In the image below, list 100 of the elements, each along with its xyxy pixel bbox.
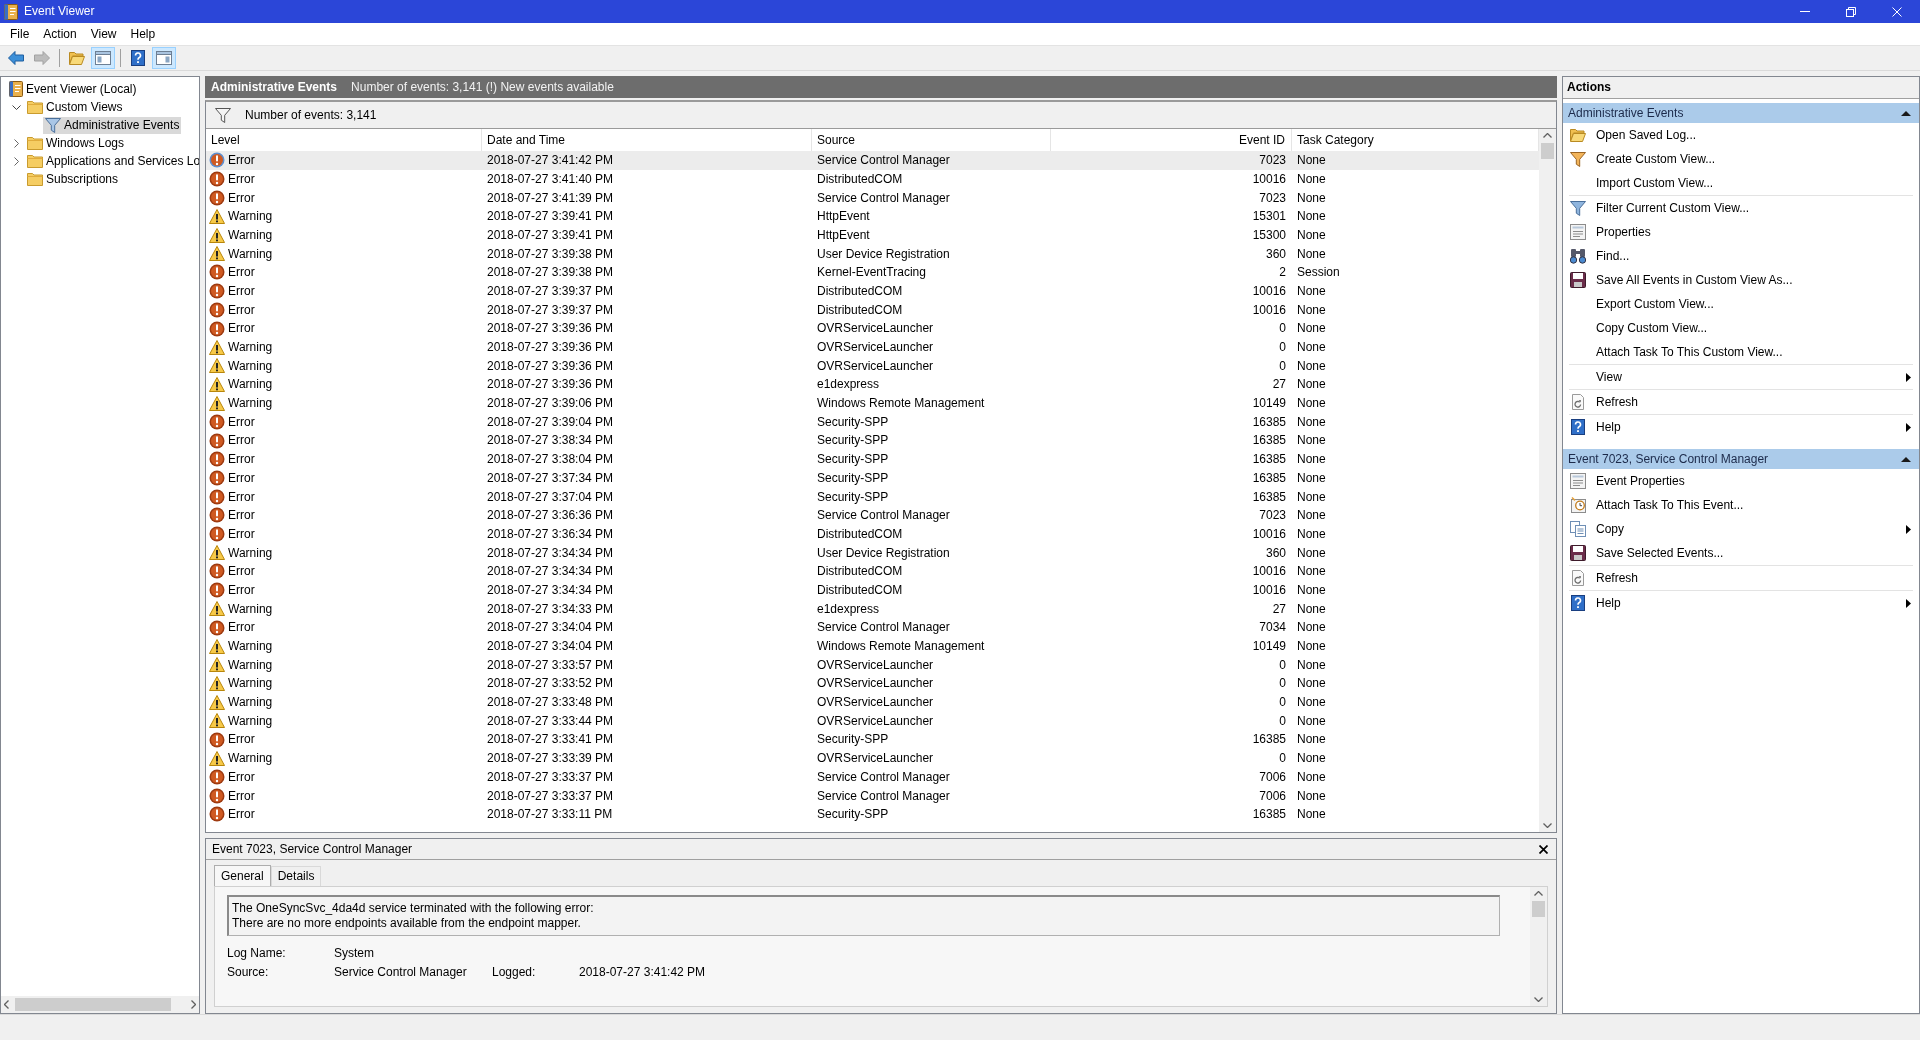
menu-item[interactable]: Action (36, 24, 84, 44)
event-row[interactable]: Error 2018-07-27 3:33:37 PM Service Control Manager 7006 None (206, 786, 1539, 806)
date-time: 2018-07-27 3:39:38 PM (486, 265, 615, 280)
scroll-up-icon[interactable] (1534, 891, 1543, 897)
event-row[interactable]: Warning 2018-07-27 3:39:36 PM OVRServiceLauncher 0 None (206, 337, 1539, 357)
command-item[interactable]: Copy Custom View... (1563, 316, 1919, 340)
task-category: None (1296, 695, 1327, 710)
scroll-down-icon[interactable] (1534, 997, 1543, 1002)
section-header[interactable]: Event 7023, Service Control Manager (1563, 449, 1919, 469)
event-row[interactable]: Warning 2018-07-27 3:39:36 PM e1dexpress 27 None (206, 375, 1539, 394)
command-item[interactable]: Copy (1563, 517, 1919, 541)
level-label: Error (228, 582, 255, 598)
command-item[interactable]: Save All Events in Custom View As... (1563, 268, 1919, 292)
tree-item[interactable]: Administrative Events (43, 116, 182, 134)
console-tree-toggle[interactable] (91, 47, 115, 69)
command-item[interactable]: Open Saved Log... (1563, 123, 1919, 147)
tree-item[interactable]: Event Viewer (Local) (7, 80, 139, 98)
action-pane-toggle[interactable] (152, 47, 176, 69)
event-row[interactable]: Error 2018-07-27 3:39:38 PM Kernel-EventTracing 2 Session (206, 263, 1539, 282)
command-item[interactable]: Filter Current Custom View... (1563, 196, 1919, 220)
event-row[interactable]: Error 2018-07-27 3:41:39 PM Service Control Manager 7023 None (206, 188, 1539, 208)
event-row[interactable]: Error 2018-07-27 3:41:42 PM Service Control Manager 7023 None (206, 151, 1539, 170)
event-row[interactable]: Warning 2018-07-27 3:39:06 PM Windows Remote Management 10149 None (206, 393, 1539, 413)
scroll-thumb[interactable] (1532, 901, 1545, 918)
menu-item[interactable]: View (83, 24, 124, 44)
scroll-up-icon[interactable] (1543, 133, 1552, 138)
task-category: None (1296, 358, 1327, 374)
tree-item[interactable]: Windows Logs (25, 135, 127, 151)
command-item[interactable]: Refresh (1563, 390, 1919, 414)
event-row[interactable]: Warning 2018-07-27 3:33:48 PM OVRServiceLauncher 0 None (206, 692, 1539, 712)
command-item[interactable]: Properties (1563, 220, 1919, 244)
command-item[interactable]: View (1563, 365, 1919, 389)
command-item[interactable]: Refresh (1563, 566, 1919, 590)
event-row[interactable]: Error 2018-07-27 3:39:04 PM Security-SPP 16385 None (206, 412, 1539, 432)
menu-item[interactable]: Help (123, 24, 163, 44)
event-row[interactable]: Error 2018-07-27 3:38:04 PM Security-SPP 16385 None (206, 450, 1539, 469)
event-row[interactable]: Error 2018-07-27 3:33:41 PM Security-SPP 16385 None (206, 730, 1539, 749)
event-row[interactable]: Error 2018-07-27 3:34:34 PM DistributedCOM 10016 None (206, 562, 1539, 581)
level-label: Error (228, 788, 255, 803)
event-row[interactable]: Error 2018-07-27 3:39:36 PM OVRServiceLauncher 0 None (206, 319, 1539, 338)
event-row[interactable]: Error 2018-07-27 3:41:40 PM DistributedCOM 10016 None (206, 169, 1539, 189)
command-item[interactable]: Create Custom View... (1563, 147, 1919, 171)
error-icon (209, 563, 225, 580)
event-row[interactable]: Warning 2018-07-27 3:39:38 PM User Device Registration 360 None (206, 244, 1539, 264)
event-row[interactable]: Error 2018-07-27 3:39:37 PM DistributedCOM 10016 None (206, 281, 1539, 301)
command-item[interactable]: Help (1563, 415, 1919, 439)
command-item[interactable]: Attach Task To This Custom View... (1563, 340, 1919, 364)
level-label: Error (228, 433, 255, 448)
scroll-thumb[interactable] (15, 998, 171, 1011)
vertical-scrollbar[interactable] (1530, 887, 1547, 1006)
event-row[interactable]: Warning 2018-07-27 3:33:44 PM OVRServiceLauncher 0 None (206, 711, 1539, 731)
tree-item[interactable]: Applications and Services Lo (25, 153, 199, 169)
menu-item[interactable]: File (3, 24, 37, 44)
tree-item[interactable]: Custom Views (25, 99, 125, 115)
scroll-left-icon[interactable] (4, 1000, 9, 1009)
event-row[interactable]: Warning 2018-07-27 3:34:04 PM Windows Remote Management 10149 None (206, 636, 1539, 656)
date-time: 2018-07-27 3:37:34 PM (486, 470, 615, 486)
command-item[interactable]: Attach Task To This Event... (1563, 493, 1919, 517)
event-row[interactable]: Error 2018-07-27 3:38:34 PM Security-SPP 16385 None (206, 431, 1539, 450)
tab[interactable]: Details (270, 866, 322, 887)
chevron-right-icon[interactable] (13, 138, 19, 148)
event-source: OVRServiceLauncher (816, 695, 935, 710)
command-item[interactable]: Export Custom View... (1563, 292, 1919, 316)
tree-item[interactable]: Subscriptions (25, 171, 121, 187)
event-row[interactable]: Error 2018-07-27 3:36:36 PM Service Control Manager 7023 None (206, 506, 1539, 525)
scroll-thumb[interactable] (1541, 143, 1554, 159)
scroll-right-icon[interactable] (191, 1000, 196, 1009)
chevron-down-icon[interactable] (11, 104, 21, 110)
event-row[interactable]: Warning 2018-07-27 3:39:41 PM HttpEvent 15300 None (206, 225, 1539, 245)
event-row[interactable]: Error 2018-07-27 3:33:37 PM Service Control Manager 7006 None (206, 767, 1539, 787)
error-icon (209, 189, 225, 206)
event-row[interactable]: Error 2018-07-27 3:36:34 PM DistributedCOM 10016 None (206, 524, 1539, 544)
command-item[interactable]: Find... (1563, 244, 1919, 268)
event-row[interactable]: Error 2018-07-27 3:37:04 PM Security-SPP 16385 None (206, 487, 1539, 507)
event-row[interactable]: Warning 2018-07-27 3:39:41 PM HttpEvent 15301 None (206, 207, 1539, 226)
event-row[interactable]: Warning 2018-07-27 3:33:39 PM OVRServiceLauncher 0 None (206, 749, 1539, 768)
chevron-right-icon[interactable] (13, 156, 19, 166)
warning-icon (209, 601, 225, 617)
event-row[interactable]: Error 2018-07-27 3:37:34 PM Security-SPP 16385 None (206, 468, 1539, 488)
event-row[interactable]: Error 2018-07-27 3:33:11 PM Security-SPP 16385 None (206, 805, 1539, 824)
vertical-scrollbar[interactable] (1539, 129, 1556, 832)
tab[interactable]: General (214, 865, 271, 887)
section-header[interactable]: Administrative Events (1563, 103, 1919, 123)
event-source: Security-SPP (816, 732, 890, 747)
event-row[interactable]: Warning 2018-07-27 3:34:34 PM User Device Registration 360 None (206, 543, 1539, 563)
command-item[interactable]: Import Custom View... (1563, 171, 1919, 195)
command-item[interactable]: Help (1563, 591, 1919, 615)
event-row[interactable]: Warning 2018-07-27 3:34:33 PM e1dexpress 27 None (206, 599, 1539, 619)
event-row[interactable]: Error 2018-07-27 3:34:34 PM DistributedCOM 10016 None (206, 580, 1539, 600)
horizontal-scrollbar[interactable] (1, 996, 199, 1013)
command-item[interactable]: Save Selected Events... (1563, 541, 1919, 565)
command-item[interactable]: Event Properties (1563, 469, 1919, 493)
event-row[interactable]: Warning 2018-07-27 3:39:36 PM OVRServiceLauncher 0 None (206, 356, 1539, 376)
event-row[interactable]: Error 2018-07-27 3:34:04 PM Service Control Manager 7034 None (206, 618, 1539, 637)
event-id: 2 (1278, 265, 1287, 280)
event-row[interactable]: Warning 2018-07-27 3:33:52 PM OVRServiceLauncher 0 None (206, 674, 1539, 693)
close-button[interactable] (1539, 844, 1548, 854)
event-row[interactable]: Warning 2018-07-27 3:33:57 PM OVRServiceLauncher 0 None (206, 655, 1539, 675)
scroll-down-icon[interactable] (1543, 823, 1552, 828)
event-row[interactable]: Error 2018-07-27 3:39:37 PM DistributedCOM 10016 None (206, 300, 1539, 320)
